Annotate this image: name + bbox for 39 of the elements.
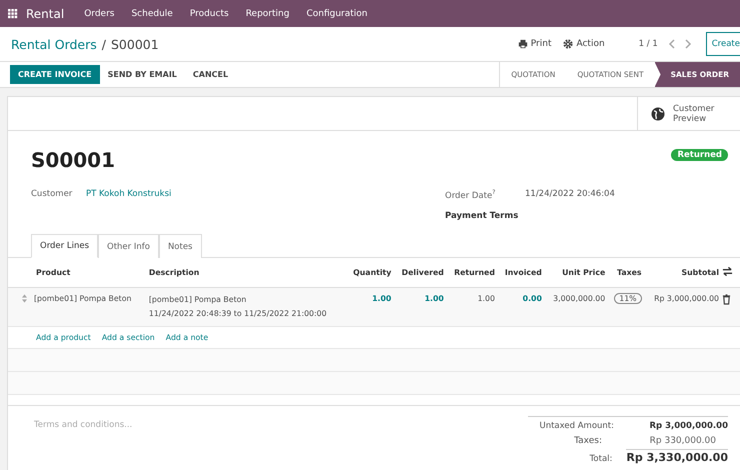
trash-icon[interactable] [722,294,731,305]
action-bar-button[interactable]: SEND BY EMAIL [100,65,185,84]
menu-item[interactable]: Configuration [306,8,368,18]
menu-item[interactable]: Orders [84,8,114,18]
breadcrumb-separator: / [102,36,106,52]
field-label: Order Date$^{?}$ [445,189,496,203]
drag-handle-icon[interactable] [22,294,27,303]
total-value: Rp 3,000,000.00 [648,420,728,433]
total-value: Rp 3,330,000.00 [626,449,728,465]
total-label: Taxes: [574,435,602,448]
globe-icon [651,106,665,120]
app-name[interactable]: Rental [26,6,64,20]
menu-item[interactable]: Schedule [131,8,173,18]
total-label: Untaxed Amount: [539,420,614,433]
order-date-value: 11/24/2022 20:46:04 [525,189,615,201]
menu-item[interactable]: Reporting [246,8,290,18]
create-button[interactable]: Create [706,32,740,56]
breadcrumb-link[interactable]: Rental Orders [11,36,97,52]
app-grid-icon[interactable] [8,8,18,18]
pager-text: 1 / 1 [638,39,658,49]
action-button[interactable]: Action [563,39,605,49]
status-badge: Returned [671,149,728,161]
tab[interactable]: Other Info [98,234,159,258]
printer-icon [518,39,528,49]
total-label: Total: [590,453,612,466]
customer-link[interactable]: PT Kokoh Konstruksi [86,189,172,211]
action-bar-button[interactable]: CANCEL [184,65,236,84]
total-value: Rp 330,000.00 [648,435,716,448]
tab[interactable]: Notes [158,234,202,258]
record-title: S00001 [31,148,115,172]
print-button[interactable]: Print [518,39,552,49]
action-bar-button[interactable]: CREATE INVOICE [10,65,100,84]
column-settings-icon[interactable] [722,266,733,277]
field-label: Payment Terms [445,211,518,223]
field-label: Customer [31,189,74,201]
menu-item[interactable]: Products [190,8,229,18]
tab[interactable]: Order Lines [31,234,98,258]
breadcrumb-current: S00001 [111,36,159,52]
gear-icon [563,39,574,49]
